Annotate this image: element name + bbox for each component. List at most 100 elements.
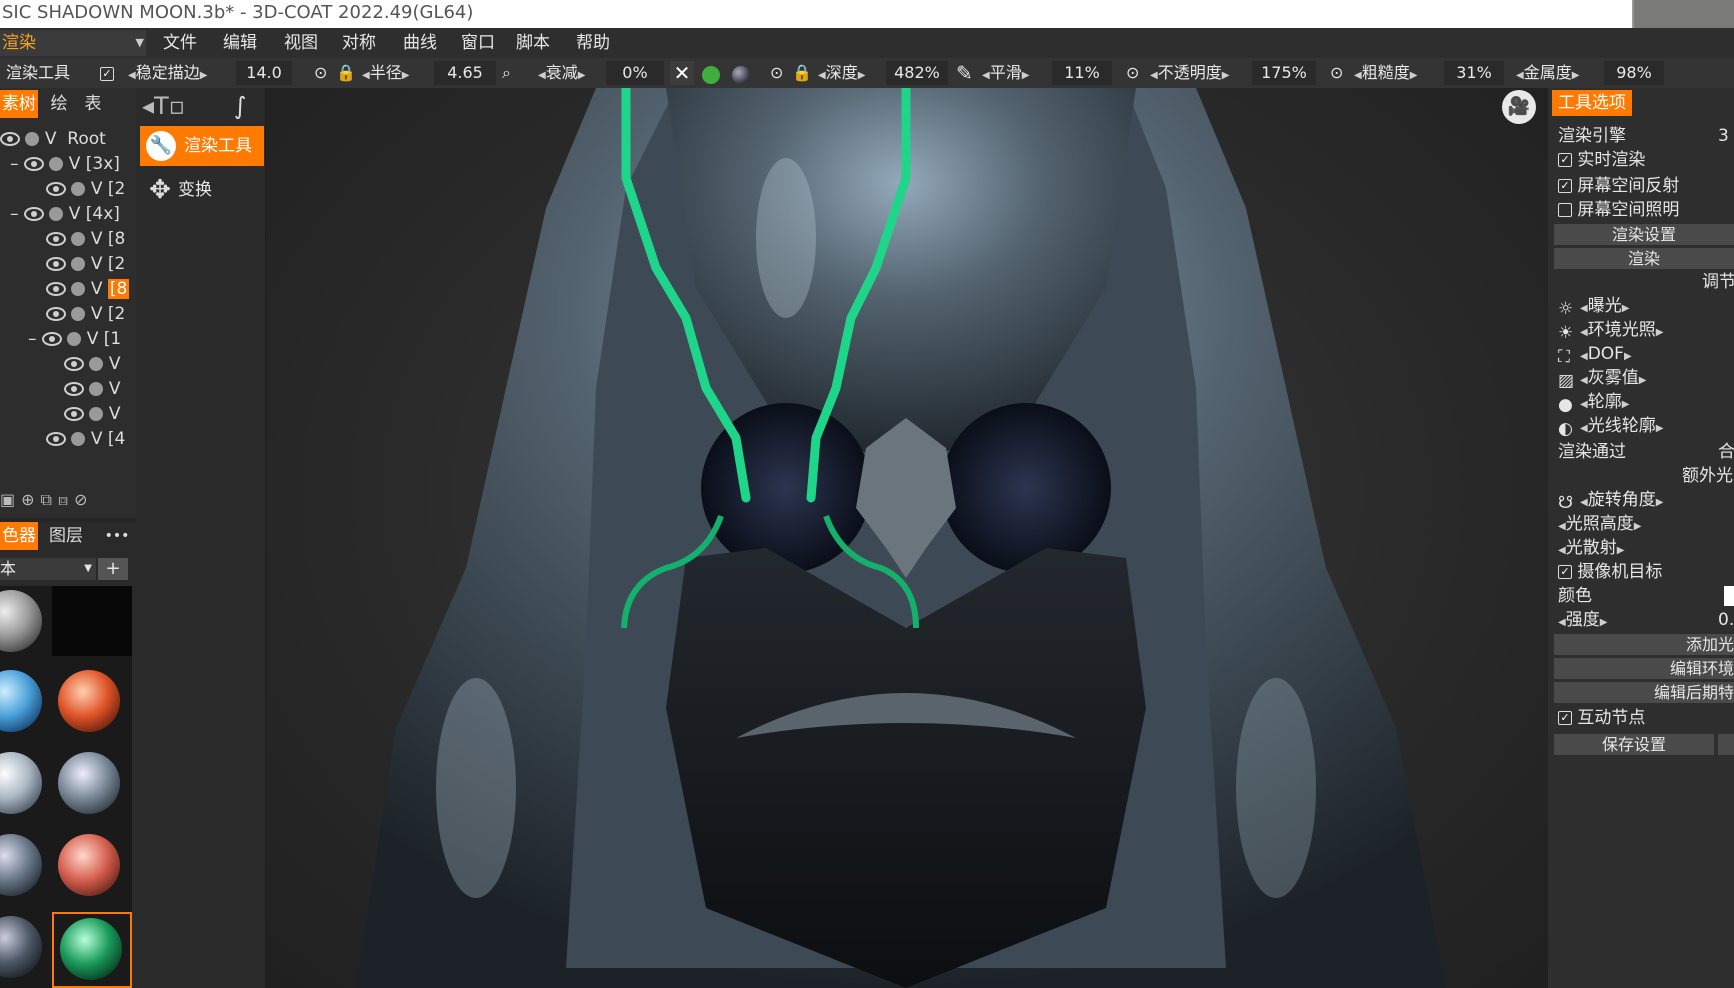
material-sphere[interactable] <box>0 916 42 978</box>
lock-icon[interactable]: 🔒 <box>336 58 356 88</box>
circle-icon[interactable] <box>71 232 86 246</box>
circle-icon[interactable] <box>67 332 82 346</box>
green-material-icon[interactable] <box>702 66 720 84</box>
falloff-curve-icon[interactable]: ⌕ <box>502 58 511 88</box>
menu-script[interactable]: 脚本 <box>516 28 550 58</box>
tab-paint[interactable]: 绘 <box>44 90 74 118</box>
exposure-slider[interactable]: ☼ ◀曝光▶ <box>1558 294 1629 319</box>
material-sphere[interactable] <box>58 752 120 814</box>
tree-row[interactable]: V <box>64 351 120 377</box>
material-slot-empty[interactable] <box>52 586 132 656</box>
roughness-slider[interactable]: ◀粗糙度▶ <box>1354 58 1417 88</box>
material-sphere[interactable] <box>0 752 42 814</box>
tree-row[interactable]: V <box>64 376 120 402</box>
tree-row[interactable]: V <box>64 401 120 427</box>
radius-slider[interactable]: ◀半径▶ <box>362 58 409 88</box>
tab-shaders[interactable]: 色器 <box>0 522 38 550</box>
eye-icon[interactable] <box>64 357 84 371</box>
tree-row[interactable]: – V [3x] <box>10 151 120 177</box>
light-scatter-slider[interactable]: ◀光散射▶ <box>1558 536 1624 560</box>
roughness-value[interactable]: 31% <box>1444 61 1504 85</box>
material-filter-select[interactable]: 本 ▼ <box>0 558 96 580</box>
3d-viewport[interactable]: 🎥 <box>266 88 1548 988</box>
depth-slider[interactable]: ◀深度▶ <box>818 58 865 88</box>
falloff-value[interactable]: 0% <box>606 61 664 85</box>
intensity-slider[interactable]: ◀强度▶ 0. <box>1558 608 1734 632</box>
engine-row[interactable]: 渲染引擎 3 <box>1558 124 1729 148</box>
camera-icon[interactable]: 🎥 <box>1502 90 1536 124</box>
opacity-value[interactable]: 175% <box>1252 61 1316 85</box>
circle-icon[interactable] <box>89 357 104 371</box>
sphere-material-icon[interactable] <box>732 66 750 84</box>
render-settings-button[interactable]: 渲染设置 <box>1554 224 1734 245</box>
tree-row-selected[interactable]: V [8 <box>46 276 130 302</box>
transform-tool-button[interactable]: ✥ 变换 <box>142 172 262 208</box>
circle-icon[interactable] <box>71 257 86 271</box>
material-sphere[interactable] <box>0 670 42 732</box>
metal-value[interactable]: 98% <box>1604 61 1664 85</box>
tab-tree[interactable]: 素树 <box>0 90 38 118</box>
pencil-icon[interactable]: ✎ <box>956 58 973 88</box>
material-sphere[interactable] <box>58 834 120 896</box>
mouse-icon[interactable]: ⊙ <box>314 58 327 88</box>
menu-curves[interactable]: 曲线 <box>403 28 437 58</box>
mouse-icon-2[interactable]: ⊙ <box>770 58 783 88</box>
stabilize-slider[interactable]: ◀稳定描边▶ <box>128 58 207 88</box>
material-sphere[interactable] <box>0 834 42 896</box>
menu-view[interactable]: 视图 <box>284 28 318 58</box>
circle-icon[interactable] <box>49 207 64 221</box>
realtime-checkbox[interactable]: ✓ 实时渲染 <box>1558 148 1645 172</box>
smooth-slider[interactable]: ◀平滑▶ <box>982 58 1029 88</box>
add-light-button[interactable]: 添加光 <box>1554 634 1734 655</box>
circle-icon[interactable] <box>71 182 86 196</box>
eye-icon[interactable] <box>46 182 66 196</box>
tree-row[interactable]: V Root <box>0 126 106 152</box>
material-sphere[interactable] <box>60 918 122 980</box>
eye-icon[interactable] <box>0 132 20 146</box>
menu-symmetry[interactable]: 对称 <box>342 28 376 58</box>
curve-tool-icon[interactable]: ∫ <box>234 92 247 120</box>
circle-icon[interactable] <box>71 432 86 446</box>
tree-row[interactable]: V [2 <box>46 176 125 202</box>
stabilize-checkbox[interactable]: ✓ <box>100 58 114 88</box>
tree-row[interactable]: V [2 <box>46 301 125 327</box>
render-tool-button[interactable]: 🔧 渲染工具 <box>140 126 264 166</box>
smooth-value[interactable]: 11% <box>1052 61 1112 85</box>
menu-window[interactable]: 窗口 <box>461 28 495 58</box>
eye-icon[interactable] <box>46 282 66 296</box>
circle-icon[interactable] <box>49 157 64 171</box>
circle-icon[interactable] <box>25 132 40 146</box>
circle-icon[interactable] <box>71 307 86 321</box>
mouse-icon-4[interactable]: ⊙ <box>1330 58 1343 88</box>
eye-icon[interactable] <box>23 207 44 221</box>
eye-icon[interactable] <box>46 307 66 321</box>
ssr-checkbox[interactable]: ✓ 屏幕空间反射 <box>1558 174 1679 198</box>
tree-row[interactable]: – V [1 <box>28 326 121 352</box>
eye-icon[interactable] <box>64 382 84 396</box>
eye-icon[interactable] <box>64 407 84 421</box>
menu-file[interactable]: 文件 <box>163 28 197 58</box>
tree-row[interactable]: V [2 <box>46 251 125 277</box>
mouse-icon-3[interactable]: ⊙ <box>1126 58 1139 88</box>
color-swatch[interactable] <box>1724 586 1734 606</box>
ambient-slider[interactable]: ☀ ◀环境光照▶ <box>1558 318 1663 343</box>
tree-row[interactable]: V [8 <box>46 226 125 252</box>
edit-post-effects-button[interactable]: 编辑后期特 <box>1554 682 1734 703</box>
material-sphere[interactable] <box>58 670 120 732</box>
depth-value[interactable]: 482% <box>886 61 948 85</box>
render-pass-row[interactable]: 渲染通过合 <box>1558 440 1734 464</box>
outline-slider[interactable]: ● ◀轮廓▶ <box>1558 390 1629 415</box>
falloff-slider[interactable]: ◀衰减▶ <box>538 58 585 88</box>
more-icon[interactable]: ••• <box>100 522 134 550</box>
metal-slider[interactable]: ◀金属度▶ <box>1516 58 1579 88</box>
tree-row[interactable]: – V [4x] <box>10 201 120 227</box>
render-button[interactable]: 渲染 <box>1554 248 1734 269</box>
tree-row[interactable]: V [4 <box>46 426 125 452</box>
menu-edit[interactable]: 编辑 <box>223 28 257 58</box>
material-sphere[interactable] <box>0 590 42 652</box>
close-x-icon[interactable]: ✕ <box>670 61 694 85</box>
ssl-checkbox[interactable]: 屏幕空间照明 <box>1558 198 1679 222</box>
tab-layers[interactable]: 图层 <box>44 522 88 550</box>
menu-help[interactable]: 帮助 <box>576 28 610 58</box>
dof-slider[interactable]: ⛶ ◀DOF▶ <box>1558 342 1632 367</box>
